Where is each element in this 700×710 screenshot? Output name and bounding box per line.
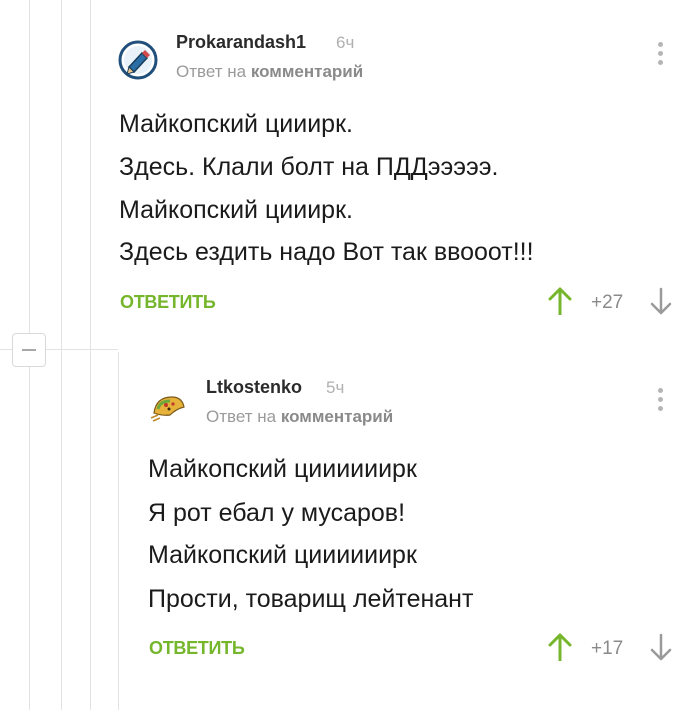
comment-author[interactable]: Prokarandash1 bbox=[176, 32, 306, 53]
kebab-menu-icon[interactable] bbox=[658, 42, 664, 69]
reply-to-prefix: Ответ на bbox=[206, 407, 277, 426]
comment-text-line: Майкопский циииииирк bbox=[148, 455, 417, 483]
comment-text-line: Здесь ездить надо Вот так ввооот!!! bbox=[119, 238, 534, 266]
reply-to-link[interactable]: комментарий bbox=[281, 407, 393, 426]
comment-text-line: Здесь. Клали болт на ПДДэээээ. bbox=[119, 153, 499, 181]
comment-text-line: Майкопский цииирк. bbox=[119, 110, 353, 138]
downvote-arrow-down-icon[interactable] bbox=[650, 633, 672, 666]
avatar-pencil-icon[interactable] bbox=[118, 40, 158, 80]
reply-button[interactable]: ОТВЕТИТЬ bbox=[149, 638, 245, 659]
comment-text-line: Майкопский цииирк. bbox=[119, 196, 353, 224]
upvote-arrow-up-icon[interactable] bbox=[548, 287, 572, 320]
upvote-arrow-up-icon[interactable] bbox=[548, 633, 572, 666]
reply-to-prefix: Ответ на bbox=[176, 62, 247, 81]
comment-time: 6ч bbox=[336, 33, 355, 52]
kebab-menu-icon[interactable] bbox=[658, 388, 664, 415]
comment-rating: +27 bbox=[591, 292, 624, 313]
reply-to-text: Ответ на комментарий bbox=[206, 407, 393, 427]
comment-rating: +17 bbox=[591, 638, 624, 659]
thread-line-2 bbox=[61, 0, 62, 710]
thread-line-3 bbox=[90, 0, 91, 710]
downvote-arrow-down-icon[interactable] bbox=[650, 287, 672, 320]
reply-button[interactable]: ОТВЕТИТЬ bbox=[120, 292, 216, 313]
comment-time: 5ч bbox=[326, 378, 345, 397]
thread-line-4 bbox=[118, 352, 119, 710]
comment-text-line: Прости, товарищ лейтенант bbox=[148, 585, 474, 613]
avatar-taco-icon[interactable] bbox=[148, 385, 188, 425]
comment-text-line: Майкопский циииииирк bbox=[148, 541, 417, 569]
comment-text-line: Я рот ебал у мусаров! bbox=[148, 499, 406, 527]
reply-to-link[interactable]: комментарий bbox=[251, 62, 363, 81]
collapse-thread-button[interactable] bbox=[12, 333, 46, 367]
comment-author[interactable]: Ltkostenko bbox=[206, 377, 302, 398]
reply-to-text: Ответ на комментарий bbox=[176, 62, 363, 82]
